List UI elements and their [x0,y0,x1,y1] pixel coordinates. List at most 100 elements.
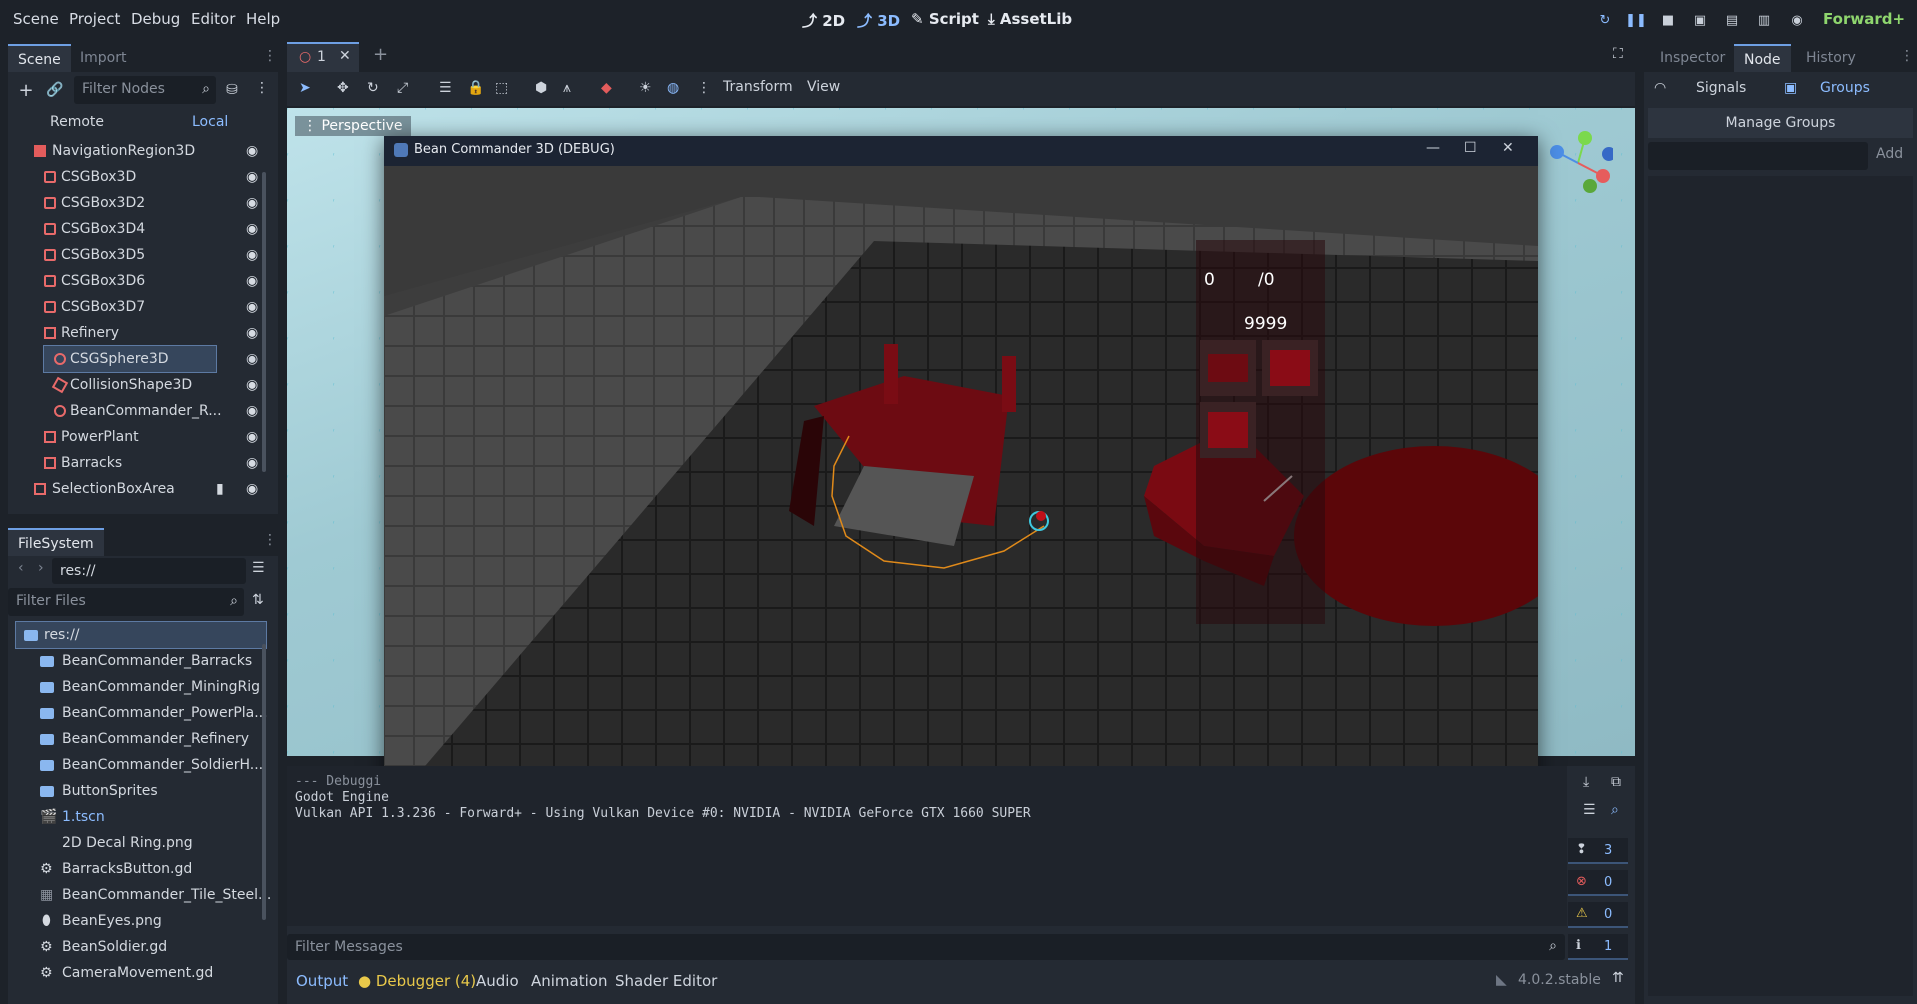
local-space-icon[interactable]: ⬢ [535,80,547,96]
tree-node[interactable]: NavigationRegion3D ◉ [8,138,263,164]
split-view-icon[interactable]: ☰ [252,560,265,576]
dock-menu-icon[interactable]: ⋮ [1900,48,1914,64]
tree-node[interactable]: CSGBox3D6 ◉ [8,268,263,294]
attach-script-icon[interactable]: ⛁ [221,78,243,102]
list-select-icon[interactable]: ☰ [439,80,452,96]
add-group-button[interactable]: Add [1876,146,1903,162]
power-plant-build-button[interactable] [1262,340,1318,396]
warnings-filter-button[interactable]: ⚠ 0 [1568,902,1628,928]
tree-node[interactable]: CSGBox3D5 ◉ [8,242,263,268]
mode-2d-button[interactable]: ⤴ 2D [802,10,845,31]
errors-filter-button[interactable]: ⊗ 0 [1568,870,1628,896]
game-scene[interactable]: 0 /0 9999 [384,166,1538,814]
tree-node[interactable]: CSGBox3D7 ◉ [8,294,263,320]
local-toggle[interactable]: Local [192,114,228,130]
group-name-input[interactable] [1648,142,1868,170]
file-item[interactable]: ⚙ BarracksButton.gd [8,856,270,882]
file-item[interactable]: 🎬 1.tscn [8,804,270,830]
view-menu[interactable]: View [807,79,840,95]
tab-debugger[interactable]: ● Debugger (4) [358,972,476,990]
copy-output-icon[interactable]: ⧉ [1611,774,1621,790]
tree-node[interactable]: PowerPlant ◉ [8,424,263,450]
transform-menu[interactable]: Transform [723,79,793,95]
perspective-menu[interactable]: ⋮ Perspective [295,116,411,136]
sort-icon[interactable]: ⇅ [252,592,264,608]
file-item[interactable]: BeanCommander_PowerPla... [8,700,270,726]
visibility-icon[interactable]: ◉ [246,476,258,502]
tree-node[interactable]: CSGBox3D2 ◉ [8,190,263,216]
play-scene-icon[interactable]: ▤ [1720,9,1744,31]
dock-menu-icon[interactable]: ⋮ [263,48,277,64]
file-item[interactable]: ⬮ BeanEyes.png [8,908,270,934]
tab-history[interactable]: History [1796,44,1866,72]
file-item-selected[interactable]: res:// [15,621,267,649]
tree-node[interactable]: CollisionShape3D ◉ [8,372,263,398]
file-tree-scrollbar[interactable] [262,644,266,920]
visibility-icon[interactable]: ◉ [246,346,258,372]
messages-filter-button[interactable]: ❢ 3 [1568,838,1628,864]
refinery-build-button[interactable] [1200,402,1256,458]
snap-icon[interactable]: ⩚ [563,80,571,96]
tree-node[interactable]: Refinery ◉ [8,320,263,346]
filter-messages-input[interactable]: Filter Messages ⌕ [287,934,1565,960]
clear-output-icon[interactable]: ⤓ [1583,774,1589,790]
visibility-icon[interactable]: ◉ [246,450,258,476]
path-field[interactable]: res:// [52,558,246,584]
remote-debug-icon[interactable]: ▣ [1688,9,1712,31]
pause-icon[interactable]: ❚❚ [1624,9,1648,31]
visibility-icon[interactable]: ◉ [246,294,258,320]
visibility-icon[interactable]: ◉ [246,164,258,190]
manage-groups-button[interactable]: Manage Groups [1648,108,1913,138]
camera-override-icon[interactable]: ◆ [601,80,612,96]
visibility-icon[interactable]: ◉ [246,242,258,268]
file-item[interactable]: ⚙ CameraMovement.gd [8,960,270,986]
add-node-icon[interactable]: + [16,78,36,102]
tab-audio[interactable]: Audio [476,972,519,990]
mode-script-button[interactable]: ✎ Script [911,10,979,28]
mode-assetlib-button[interactable]: ⤓ AssetLib [988,10,1072,28]
menu-scene[interactable]: Scene [13,10,59,28]
tree-node-selected[interactable]: CSGSphere3D [43,345,217,373]
visibility-icon[interactable]: ◉ [246,424,258,450]
close-icon[interactable]: ✕ [339,48,351,64]
collapse-icon[interactable]: ☰ [1583,802,1596,818]
file-item[interactable]: BeanCommander_Refinery [8,726,270,752]
mode-3d-button[interactable]: ⤴ 3D [857,10,900,31]
menu-debug[interactable]: Debug [131,10,180,28]
file-item[interactable]: ButtonSprites [8,778,270,804]
tree-node[interactable]: Barracks ◉ [8,450,263,476]
visibility-icon[interactable]: ◉ [246,138,258,164]
dock-menu-icon[interactable]: ⋮ [263,532,277,548]
visibility-icon[interactable]: ◉ [246,190,258,216]
move-tool-icon[interactable]: ✥ [337,80,349,96]
tab-shader-editor[interactable]: Shader Editor [615,972,717,990]
group-icon[interactable]: ⬚ [495,80,508,96]
visibility-icon[interactable]: ◉ [246,216,258,242]
view-gizmo[interactable] [1543,128,1616,198]
back-icon[interactable]: ‹ [18,560,24,576]
tab-animation[interactable]: Animation [531,972,607,990]
barracks-build-button[interactable] [1200,340,1256,396]
stop-icon[interactable]: ■ [1656,9,1680,31]
scene-tab-1[interactable]: ○ 1 ✕ [287,42,359,72]
file-item[interactable]: BeanCommander_MiningRig [8,674,270,700]
tab-output[interactable]: Output [296,972,348,990]
visibility-icon[interactable]: ◉ [246,398,258,424]
reload-icon[interactable]: ↻ [1593,9,1617,31]
output-log[interactable]: --- Debuggi Godot Engine Vulkan API 1.3.… [287,766,1567,926]
rotate-tool-icon[interactable]: ↻ [367,80,379,96]
play-custom-scene-icon[interactable]: ▥ [1752,9,1776,31]
maximize-icon[interactable]: ☐ [1464,140,1477,156]
groups-tab[interactable]: Groups [1820,80,1870,96]
menu-editor[interactable]: Editor [191,10,235,28]
tab-node[interactable]: Node [1734,44,1791,72]
visibility-icon[interactable]: ◉ [246,372,258,398]
scale-tool-icon[interactable]: ⤢ [397,80,408,96]
minimize-icon[interactable]: — [1426,140,1440,156]
groups-list[interactable] [1648,176,1913,996]
menu-project[interactable]: Project [69,10,120,28]
new-tab-icon[interactable]: + [373,44,388,65]
select-tool-icon[interactable]: ➤ [299,80,311,96]
tab-import[interactable]: Import [70,44,136,72]
environment-icon[interactable]: ◍ [667,80,679,96]
